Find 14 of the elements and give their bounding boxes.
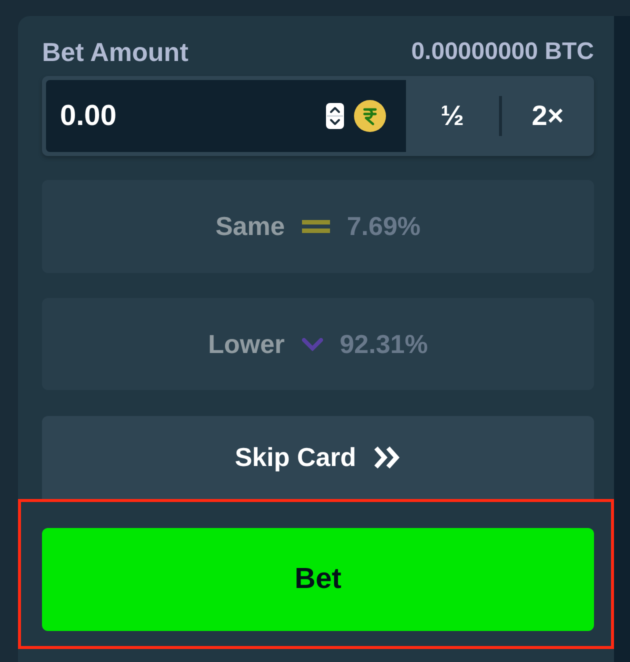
rupee-coin-icon: [354, 100, 386, 132]
half-button[interactable]: ½: [406, 80, 498, 152]
chevron-down-icon: [302, 338, 323, 350]
bet-amount-label: Bet Amount: [42, 36, 188, 68]
odds-percentage: 92.31%: [340, 328, 428, 360]
odds-percentage: 7.69%: [346, 211, 421, 242]
converted-amount: 0.00000000 BTC: [411, 38, 594, 66]
bet-button[interactable]: Bet: [42, 528, 594, 631]
double-chevron-icon: [373, 445, 402, 470]
equals-icon: [302, 220, 330, 233]
bet-amount-field[interactable]: 0.00: [46, 80, 406, 152]
double-button[interactable]: 2×: [502, 80, 594, 152]
spinner-icon[interactable]: [326, 103, 344, 129]
skip-card-button[interactable]: Skip Card: [42, 416, 594, 499]
